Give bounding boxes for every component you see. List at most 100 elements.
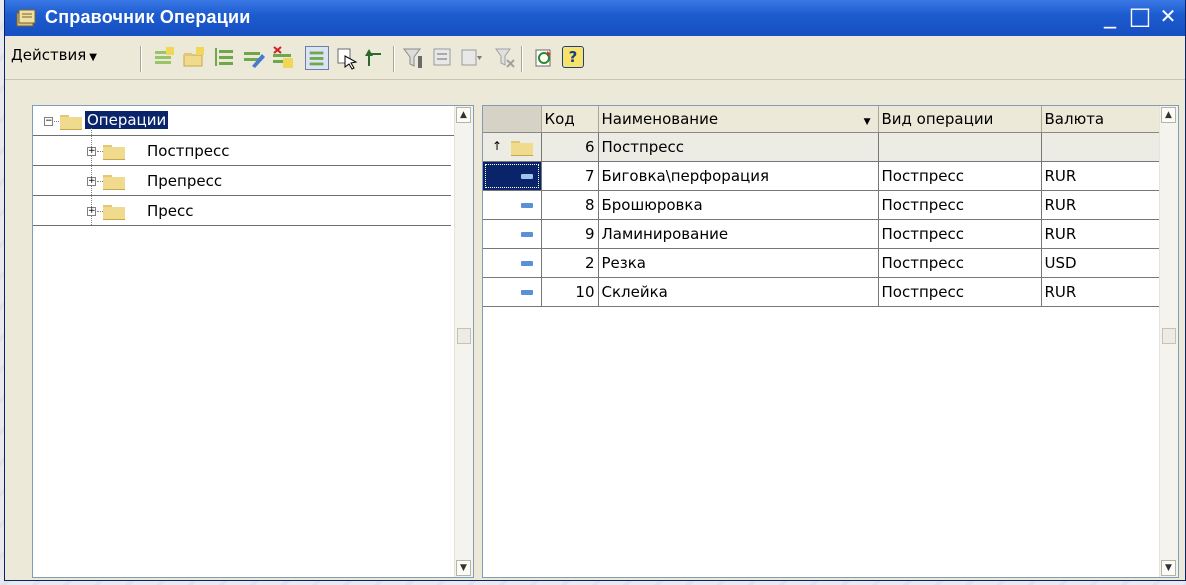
expand-icon[interactable]: + — [87, 207, 96, 216]
row-icon-cell — [483, 277, 542, 307]
tree-item-label: Операции — [85, 111, 169, 129]
row-icon-cell — [483, 161, 542, 191]
cell-name: Биговка\перфорация — [598, 161, 879, 191]
window-title: Справочник Операции — [45, 7, 251, 27]
tree-item-postpress[interactable]: + Постпресс — [33, 136, 451, 166]
cell-name: Постпресс — [598, 132, 879, 162]
table-row-group-parent[interactable]: ↑ 6 Постпресс — [483, 132, 1162, 162]
cell-code: 2 — [541, 248, 599, 278]
folder-icon — [103, 175, 125, 190]
groups-tree-panel: − Операции + Постпресс + Препресс + Прес… — [32, 105, 474, 578]
add-row-icon[interactable] — [152, 46, 176, 70]
scroll-down-icon[interactable]: ▼ — [1161, 560, 1176, 576]
chevron-down-icon: ▼ — [89, 52, 97, 63]
cell-name: Брошюровка — [598, 190, 879, 220]
item-icon — [521, 202, 533, 208]
cell-currency: RUR — [1041, 277, 1162, 307]
cell-name: Склейка — [598, 277, 879, 307]
filter-clear-icon[interactable] — [493, 46, 517, 70]
cell-operation-type — [878, 132, 1042, 162]
tree-item-label: Постпресс — [147, 142, 230, 160]
tree-item-label: Пресс — [147, 202, 194, 220]
move-to-group-icon[interactable] — [335, 46, 359, 70]
collapse-icon[interactable]: − — [44, 117, 53, 126]
cell-currency: RUR — [1041, 190, 1162, 220]
close-button[interactable]: ✕ — [1155, 3, 1181, 29]
sort-desc-icon: ▼ — [863, 116, 871, 127]
toolbar-separator — [521, 46, 523, 72]
cell-name: Ламинирование — [598, 219, 879, 249]
cell-operation-type: Постпресс — [878, 219, 1042, 249]
cell-code: 10 — [541, 277, 599, 307]
scroll-up-icon[interactable]: ▲ — [456, 107, 471, 123]
item-icon — [521, 260, 533, 266]
cell-operation-type: Постпресс — [878, 161, 1042, 191]
tree-item-label: Препресс — [147, 172, 223, 190]
edit-row-icon[interactable] — [242, 46, 266, 70]
table-row[interactable]: 9 Ламинирование Постпресс RUR — [483, 219, 1162, 249]
actions-menu-label: Действия — [11, 46, 87, 64]
cell-code: 7 — [541, 161, 599, 191]
level-up-icon[interactable] — [363, 46, 387, 70]
cell-code: 8 — [541, 190, 599, 220]
header-code[interactable]: Код — [541, 106, 599, 133]
folder-icon — [511, 140, 533, 156]
header-operation-type[interactable]: Вид операции — [878, 106, 1042, 133]
row-icon-cell — [483, 248, 542, 278]
cell-code: 6 — [541, 132, 599, 162]
folder-icon — [103, 205, 125, 220]
tree-vertical-scrollbar[interactable]: ▲ ▼ — [454, 106, 473, 577]
filter-history-icon[interactable] — [459, 46, 483, 70]
items-table: Код Наименование ▼ Вид операции Валюта ↑ … — [483, 106, 1162, 307]
cell-currency: RUR — [1041, 161, 1162, 191]
maximize-button[interactable]: □ — [1127, 3, 1153, 29]
tree-item-prepress[interactable]: + Препресс — [33, 166, 451, 196]
scroll-down-icon[interactable]: ▼ — [456, 560, 471, 576]
cell-name: Резка — [598, 248, 879, 278]
copy-row-icon[interactable] — [213, 46, 237, 70]
scroll-up-icon[interactable]: ▲ — [1161, 107, 1176, 123]
tree-item-press[interactable]: + Пресс — [33, 196, 451, 226]
header-name[interactable]: Наименование ▼ — [598, 106, 879, 133]
filter-by-value-icon[interactable] — [431, 46, 455, 70]
header-name-label: Наименование — [601, 109, 719, 128]
header-icon-column[interactable] — [483, 106, 542, 133]
delete-mark-icon[interactable] — [271, 46, 295, 70]
actions-menu-button[interactable]: Действия ▼ — [11, 46, 97, 64]
cell-operation-type: Постпресс — [878, 248, 1042, 278]
expand-icon[interactable]: + — [87, 177, 96, 186]
item-icon — [521, 231, 533, 237]
cell-code: 9 — [541, 219, 599, 249]
table-header-row: Код Наименование ▼ Вид операции Валюта — [483, 106, 1162, 133]
minimize-button[interactable]: _ — [1097, 2, 1123, 28]
folder-icon — [60, 115, 82, 130]
hierarchy-view-icon[interactable] — [305, 46, 329, 70]
expand-icon[interactable]: + — [87, 147, 96, 156]
header-currency[interactable]: Валюта — [1041, 106, 1162, 133]
folder-icon — [103, 145, 125, 160]
table-row[interactable]: 10 Склейка Постпресс RUR — [483, 277, 1162, 307]
scroll-thumb[interactable] — [1162, 328, 1176, 344]
items-table-panel: Код Наименование ▼ Вид операции Валюта ↑ … — [482, 105, 1179, 578]
cell-currency — [1041, 132, 1162, 162]
table-vertical-scrollbar[interactable]: ▲ ▼ — [1159, 106, 1178, 577]
table-row[interactable]: 7 Биговка\перфорация Постпресс RUR — [483, 161, 1162, 191]
filter-set-icon[interactable] — [402, 46, 426, 70]
cell-currency: USD — [1041, 248, 1162, 278]
help-icon[interactable]: ? — [562, 46, 584, 68]
row-icon-cell — [483, 190, 542, 220]
refresh-icon[interactable] — [532, 46, 556, 70]
tree-item-operations[interactable]: − Операции — [33, 106, 455, 136]
up-arrow-icon: ↑ — [492, 138, 503, 153]
cell-operation-type: Постпресс — [878, 277, 1042, 307]
table-row[interactable]: 8 Брошюровка Постпресс RUR — [483, 190, 1162, 220]
toolbar-separator — [393, 46, 395, 72]
add-group-icon[interactable] — [182, 46, 206, 70]
item-icon — [521, 289, 533, 295]
tree-connector — [54, 121, 59, 122]
catalog-window: Справочник Операции _ □ ✕ Действия ▼ ? −… — [4, 0, 1186, 581]
scroll-thumb[interactable] — [457, 328, 471, 344]
cell-operation-type: Постпресс — [878, 190, 1042, 220]
table-row[interactable]: 2 Резка Постпресс USD — [483, 248, 1162, 278]
title-bar[interactable]: Справочник Операции _ □ ✕ — [5, 0, 1185, 36]
